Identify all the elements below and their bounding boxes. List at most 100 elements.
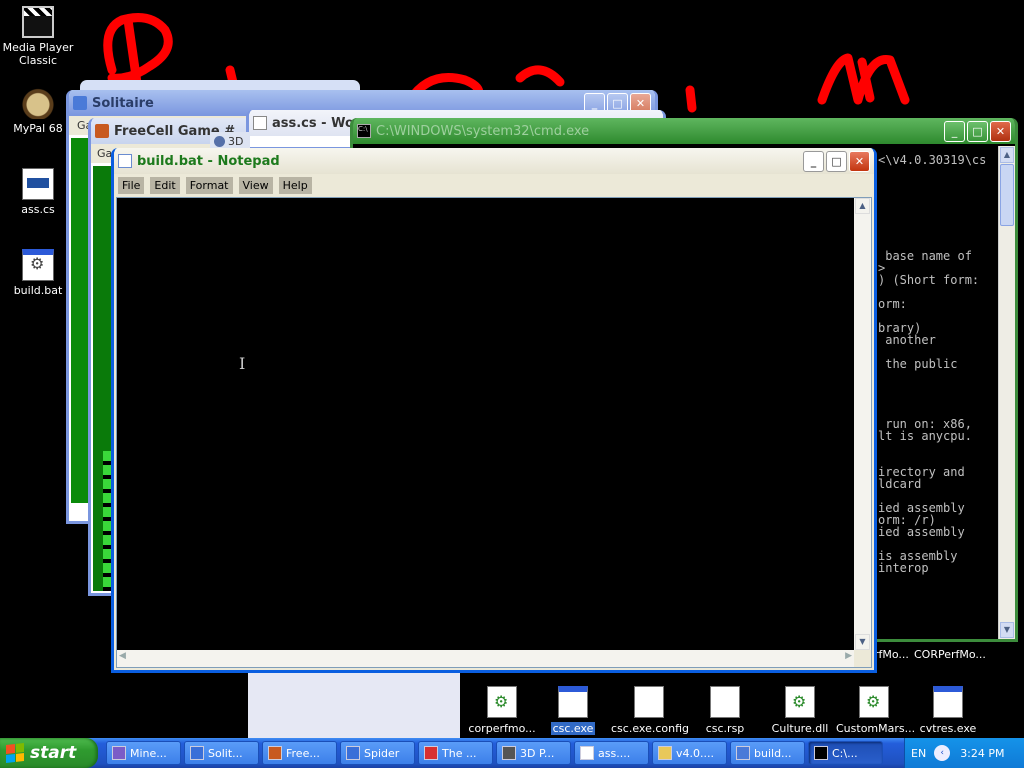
scroll-left-icon[interactable]: ◀ <box>119 651 126 661</box>
notepad-menubar: File Edit Format View Help <box>114 174 874 196</box>
file-label: Culture.dll <box>771 722 829 735</box>
notepad-app-icon <box>118 154 132 168</box>
taskbar-button-label: Free... <box>286 746 320 760</box>
cmd-app-icon: C:\ <box>357 124 371 138</box>
menu-help[interactable]: Help <box>278 176 312 194</box>
tab-label: 3D <box>228 134 244 148</box>
vertical-scrollbar[interactable]: ▲ ▼ <box>854 198 871 650</box>
taskbar-button-label: The ... <box>442 746 477 760</box>
taskbar-button[interactable]: 3D P... <box>496 741 571 765</box>
clock[interactable]: 3:24 PM <box>960 747 1004 760</box>
taskbar-button-label: Mine... <box>130 746 167 760</box>
gear-file-icon <box>487 686 517 718</box>
start-label: start <box>30 743 77 763</box>
file-label: cvtres.exe <box>919 722 977 735</box>
taskbar-button[interactable]: ass.... <box>574 741 649 765</box>
cmd-title-bar[interactable]: C:\ C:\WINDOWS\system32\cmd.exe _ □ ✕ <box>353 118 1015 144</box>
taskbar-button-label: Solit... <box>208 746 243 760</box>
scrollbar-thumb[interactable] <box>1000 164 1014 226</box>
folder-file-icon-item[interactable]: Culture.dll <box>760 686 840 735</box>
desktop-icon-media-player[interactable]: Media Player Classic <box>0 6 76 67</box>
task-app-icon <box>502 746 516 760</box>
taskbar-button[interactable]: Solit... <box>184 741 259 765</box>
minimize-button[interactable]: _ <box>803 150 824 172</box>
scroll-right-icon[interactable]: ▶ <box>845 651 852 661</box>
notepad-title-bar[interactable]: build.bat - Notepad _ □ ✕ <box>114 148 874 174</box>
notepad-window[interactable]: build.bat - Notepad _ □ ✕ File Edit Form… <box>111 148 877 673</box>
scroll-up-icon[interactable]: ▲ <box>855 198 870 214</box>
batch-file-icon <box>22 249 54 281</box>
folder-item-label[interactable]: rfMo... <box>874 648 909 661</box>
cs-file-icon <box>22 168 54 200</box>
desktop-icon-build-bat[interactable]: build.bat <box>0 249 76 297</box>
task-app-icon <box>424 746 438 760</box>
folder-item-label[interactable]: CORPerfMo... <box>914 648 986 661</box>
taskbar-button[interactable]: The ... <box>418 741 493 765</box>
taskbar-button-label: build... <box>754 746 792 760</box>
task-app-icon <box>190 746 204 760</box>
taskbar-button-label: Spider <box>364 746 400 760</box>
resize-grip-icon[interactable] <box>854 650 871 667</box>
close-button[interactable]: ✕ <box>990 120 1011 142</box>
desktop-icon-label: ass.cs <box>21 203 55 216</box>
folder-file-icon-item[interactable]: cvtres.exe <box>908 686 988 735</box>
doc-file-icon <box>634 686 664 718</box>
taskbar-button[interactable]: v4.0.... <box>652 741 727 765</box>
browser-icon <box>22 87 54 119</box>
cmd-scrollbar[interactable]: ▲ ▼ <box>998 146 1015 639</box>
file-label: CustomMars... <box>836 722 916 735</box>
menu-format[interactable]: Format <box>185 176 233 194</box>
taskbar-buttons: Mine... Solit... Free... Spider The ... 3D P.… <box>103 741 883 765</box>
folder-file-icon-item[interactable]: csc.rsp <box>685 686 765 735</box>
desktop-icon-mypal[interactable]: MyPal 68 <box>0 87 76 135</box>
scroll-up-icon[interactable]: ▲ <box>1000 147 1014 163</box>
minimize-button[interactable]: _ <box>944 120 965 142</box>
file-label: csc.exe <box>550 722 596 735</box>
horizontal-scrollbar[interactable]: ◀ ▶ <box>117 650 854 667</box>
task-app-icon <box>814 746 828 760</box>
folder-file-icon-item[interactable]: corperfmo... <box>462 686 542 735</box>
notepad-text-area[interactable]: I ▲ ▼ ◀ ▶ <box>116 197 872 668</box>
cmd-output: <\v4.0.30319\cs base name of > ) (Short … <box>878 153 987 575</box>
taskbar-button-label: C:\... <box>832 746 858 760</box>
desktop-icon-label: build.bat <box>13 284 63 297</box>
folder-file-icon-item[interactable]: csc.exe <box>533 686 613 735</box>
gear-file-icon <box>785 686 815 718</box>
task-app-icon <box>346 746 360 760</box>
taskbar-button[interactable]: C:\... <box>808 741 883 765</box>
folder-file-icon-item[interactable]: csc.exe.config <box>609 686 689 735</box>
folder-file-icon-item[interactable]: CustomMars... <box>834 686 916 735</box>
notepad-title: build.bat - Notepad <box>137 153 280 169</box>
task-app-icon <box>658 746 672 760</box>
document-icon <box>253 116 267 130</box>
desktop-icon-label: Classic <box>18 54 58 67</box>
start-button[interactable]: start <box>0 738 98 768</box>
desktop-icon-label: Media Player <box>2 41 74 54</box>
scroll-down-icon[interactable]: ▼ <box>1000 622 1014 638</box>
gear-file-icon <box>859 686 889 718</box>
taskbar: start Mine... Solit... Free... Spider The ..… <box>0 738 1024 768</box>
taskbar-button-label: 3D P... <box>520 746 555 760</box>
close-button[interactable]: ✕ <box>849 150 870 172</box>
globe-icon <box>214 135 225 147</box>
desktop-icon-ass-cs[interactable]: ass.cs <box>0 168 76 216</box>
desktop-icon-label: MyPal 68 <box>13 122 63 135</box>
menu-edit[interactable]: Edit <box>150 176 180 194</box>
menu-file[interactable]: File <box>118 176 145 194</box>
language-indicator[interactable]: EN <box>911 747 926 760</box>
taskbar-button[interactable]: Spider <box>340 741 415 765</box>
taskbar-button[interactable]: build... <box>730 741 805 765</box>
taskbar-button-label: v4.0.... <box>676 746 714 760</box>
taskbar-button-label: ass.... <box>598 746 631 760</box>
tray-arrow-icon[interactable]: ‹ <box>934 745 951 761</box>
menu-view[interactable]: View <box>238 176 273 194</box>
freecell-app-icon <box>95 124 109 138</box>
text-cursor-icon: I <box>239 354 246 373</box>
maximize-button[interactable]: □ <box>967 120 988 142</box>
maximize-button[interactable]: □ <box>826 150 847 172</box>
taskbar-button[interactable]: Mine... <box>106 741 181 765</box>
media-player-icon <box>22 6 54 38</box>
taskbar-button[interactable]: Free... <box>262 741 337 765</box>
file-label: corperfmo... <box>468 722 536 735</box>
scroll-down-icon[interactable]: ▼ <box>855 634 870 650</box>
